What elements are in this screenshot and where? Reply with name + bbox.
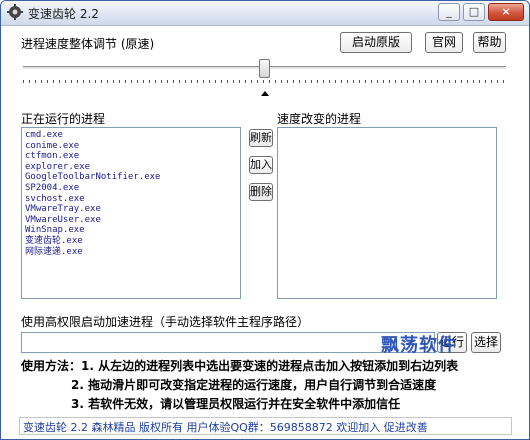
main-panel: 进程速度整体调节 (原速) 启动原版 官网 帮助 正在运行的进程 cmd.exe… (1, 26, 529, 439)
list-item[interactable]: ctfmon.exe (25, 151, 237, 162)
window-title: 变速齿轮 2.2 (28, 7, 99, 21)
status-text: 变速齿轮 2.2 森林精品 版权所有 用户体验QQ群：569858872 欢迎加… (23, 421, 428, 434)
list-item[interactable]: 变速齿轮.exe (25, 236, 237, 247)
app-window: 变速齿轮 2.2 _ □ × 进程速度整体调节 (原速) 启动原版 官网 帮助 … (0, 0, 530, 440)
slider-ticks (23, 80, 506, 83)
minimize-button[interactable]: _ (438, 3, 460, 21)
list-item[interactable]: GoogleToolbarNotifier.exe (25, 172, 237, 183)
maximize-icon: □ (468, 5, 480, 18)
speed-marker-icon (260, 91, 269, 96)
list-item[interactable]: 网际速递.exe (25, 247, 237, 258)
list-item[interactable]: SP2004.exe (25, 183, 237, 194)
help-button[interactable]: 帮助 (473, 32, 506, 53)
running-processes-label: 正在运行的进程 (21, 112, 106, 126)
speed-label: 进程速度整体调节 (原速) (21, 37, 155, 51)
close-icon: × (501, 5, 511, 18)
list-item[interactable]: explorer.exe (25, 162, 237, 173)
running-process-list[interactable]: cmd.exe conime.exe ctfmon.exe explorer.exe G… (21, 127, 241, 299)
list-item[interactable]: VMwareUser.exe (25, 215, 237, 226)
watermark-logo: 飘荡软件 (381, 335, 457, 356)
close-button[interactable]: × (488, 3, 524, 21)
launch-original-button[interactable]: 启动原版 (340, 32, 412, 53)
status-bar: 变速齿轮 2.2 森林精品 版权所有 用户体验QQ群：569858872 欢迎加… (19, 417, 512, 435)
changed-process-list[interactable] (277, 127, 497, 299)
list-item[interactable]: cmd.exe (25, 130, 237, 141)
add-button[interactable]: 加入 (249, 156, 273, 174)
list-item[interactable]: WinSnap.exe (25, 225, 237, 236)
website-button[interactable]: 官网 (425, 32, 463, 53)
gear-icon[interactable] (7, 4, 23, 20)
changed-processes-label: 速度改变的进程 (277, 112, 362, 126)
usage-line-1: 使用方法：1. 从左边的进程列表中选出要变速的进程点击加入按钮添加到右边列表 (21, 359, 459, 373)
changed-process-items (278, 128, 496, 132)
usage-line-2: 2. 拖动滑片即可改变指定进程的运行速度，用户自行调节到合适速度 (71, 378, 437, 392)
refresh-button[interactable]: 刷新 (249, 129, 273, 147)
running-process-items: cmd.exe conime.exe ctfmon.exe explorer.exe G… (22, 128, 240, 259)
usage-line-3: 3. 若软件无效，请以管理员权限运行并在安全软件中添加信任 (71, 397, 401, 411)
speed-slider-thumb[interactable] (259, 59, 270, 78)
minimize-icon: _ (446, 5, 452, 18)
elevated-launch-label: 使用高权限启动加速进程（手动选择软件主程序路径） (21, 315, 310, 329)
maximize-button[interactable]: □ (463, 3, 485, 21)
list-item[interactable]: svchost.exe (25, 194, 237, 205)
program-path-input[interactable] (21, 332, 435, 353)
list-item[interactable]: conime.exe (25, 141, 237, 152)
title-bar[interactable]: 变速齿轮 2.2 _ □ × (1, 1, 529, 26)
browse-button[interactable]: 选择 (471, 332, 501, 353)
list-item[interactable]: VMwareTray.exe (25, 204, 237, 215)
remove-button[interactable]: 删除 (249, 183, 273, 201)
